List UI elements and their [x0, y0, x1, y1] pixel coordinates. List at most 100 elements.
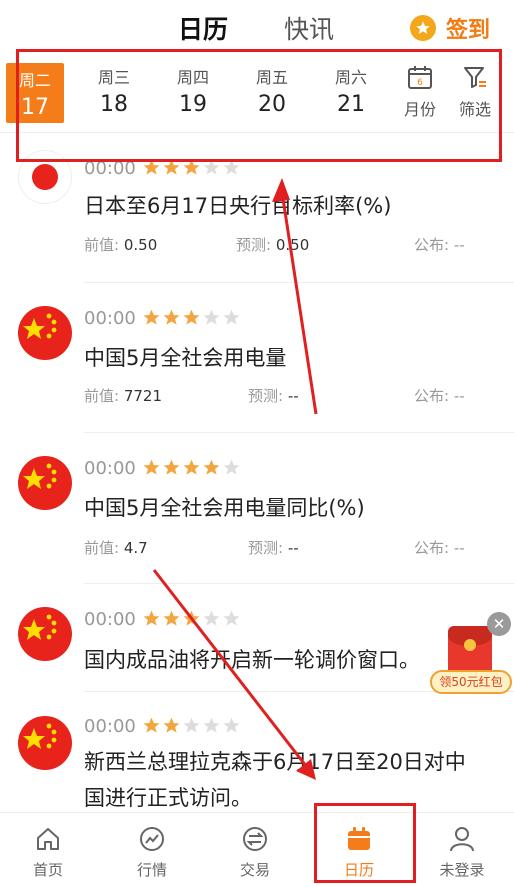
calendar-month-icon: 6 — [408, 66, 432, 89]
weekday-label: 周六 — [334, 68, 367, 87]
star-filled-icon — [142, 458, 161, 481]
star-filled-icon — [142, 609, 161, 632]
importance-stars — [142, 716, 241, 739]
home-icon — [37, 828, 59, 850]
nav-label: 行情 — [136, 861, 167, 879]
day-number: 21 — [337, 92, 365, 117]
nav-trade[interactable]: 交易 — [220, 825, 290, 880]
china-flag-icon — [18, 607, 72, 661]
star-empty-icon — [222, 308, 241, 331]
close-icon[interactable]: ✕ — [487, 612, 511, 636]
calendar-icon — [348, 827, 370, 850]
event-time: 00:00 — [84, 458, 136, 479]
top-bar: 日历 快讯 签到 — [0, 0, 514, 56]
publish-value: 公布: -- — [414, 539, 465, 557]
forecast-value: 预测: -- — [248, 539, 299, 557]
previous-value: 前值: 4.7 — [84, 539, 148, 557]
publish-value: 公布: -- — [414, 387, 465, 405]
event-time: 00:00 — [84, 716, 136, 737]
date-item-21[interactable]: 周六 21 — [323, 64, 379, 117]
nav-home[interactable]: 首页 — [13, 825, 83, 880]
event-title-line1: 新西兰总理拉克森于6月17日至20日对中 — [84, 750, 466, 774]
star-filled-icon — [142, 308, 161, 331]
nav-label: 首页 — [32, 861, 63, 879]
star-filled-icon — [162, 158, 181, 181]
day-number: 18 — [100, 92, 128, 117]
date-item-20[interactable]: 周五 20 — [244, 64, 300, 117]
event-time: 00:00 — [84, 158, 136, 179]
date-item-17[interactable]: 周二 17 — [6, 63, 64, 123]
day-number: 19 — [179, 92, 207, 117]
filter-label: 筛选 — [458, 100, 491, 119]
previous-value: 前值: 0.50 — [84, 236, 158, 254]
divider — [84, 583, 514, 584]
japan-flag-icon — [18, 150, 72, 204]
sign-in-label: 签到 — [446, 18, 491, 43]
date-item-19[interactable]: 周四 19 — [165, 64, 221, 117]
event-title-line2: 国进行正式访问。 — [84, 786, 252, 810]
month-label: 月份 — [403, 100, 436, 119]
nav-label: 未登录 — [439, 861, 485, 879]
weekday-label: 周二 — [18, 71, 51, 90]
event-title: 中国5月全社会用电量 — [84, 346, 287, 370]
market-icon — [140, 827, 164, 851]
bottom-nav: 首页 行情 交易 日历 未登录 — [0, 812, 514, 887]
importance-stars — [142, 308, 241, 331]
divider — [84, 432, 514, 433]
star-filled-icon — [162, 609, 181, 632]
red-packet-label: 领50元红包 — [430, 670, 512, 694]
date-item-18[interactable]: 周三 18 — [86, 64, 142, 117]
month-icon-day: 6 — [417, 78, 423, 88]
forecast-value: 预测: -- — [248, 387, 299, 405]
star-empty-icon — [222, 158, 241, 181]
weekday-label: 周五 — [255, 68, 288, 87]
china-flag-icon — [18, 306, 72, 360]
importance-stars — [142, 158, 241, 181]
star-empty-icon — [202, 308, 221, 331]
star-filled-icon — [182, 458, 201, 481]
divider — [84, 282, 514, 283]
sign-in-button[interactable]: 签到 — [410, 12, 490, 44]
forecast-value: 预测: 0.50 — [236, 236, 310, 254]
event-title: 国内成品油将开启新一轮调价窗口。 — [84, 648, 420, 672]
user-icon — [450, 827, 474, 852]
tab-calendar[interactable]: 日历 — [178, 10, 228, 46]
importance-stars — [142, 609, 241, 632]
star-filled-icon — [162, 458, 181, 481]
weekday-label: 周三 — [97, 68, 130, 87]
day-number: 20 — [258, 92, 286, 117]
previous-value: 前值: 7721 — [84, 387, 163, 405]
star-empty-icon — [202, 609, 221, 632]
nav-calendar[interactable]: 日历 — [324, 825, 394, 880]
star-filled-icon — [162, 308, 181, 331]
month-button[interactable]: 6 月份 — [395, 64, 445, 120]
coin-star-icon — [410, 15, 436, 41]
star-filled-icon — [162, 716, 181, 739]
china-flag-icon — [18, 716, 72, 770]
filter-icon — [464, 67, 486, 88]
red-packet-widget[interactable]: 领50元红包 ✕ — [430, 612, 512, 694]
nav-label: 日历 — [343, 861, 374, 879]
star-empty-icon — [222, 609, 241, 632]
date-strip: 周二 17 周三 18 周四 19 周五 20 周六 21 6 月份 筛选 — [0, 56, 514, 133]
china-flag-icon — [18, 456, 72, 510]
event-list: 00:00 日本至6月17日央行目标利率(%) 前值: 0.50 预测: 0.5… — [0, 132, 514, 812]
trade-icon — [243, 827, 267, 851]
star-filled-icon — [182, 308, 201, 331]
nav-login[interactable]: 未登录 — [427, 825, 497, 880]
nav-label: 交易 — [239, 861, 270, 879]
importance-stars — [142, 458, 241, 481]
event-title: 日本至6月17日央行目标利率(%) — [84, 194, 392, 218]
star-filled-icon — [142, 158, 161, 181]
star-empty-icon — [222, 458, 241, 481]
filter-button[interactable]: 筛选 — [450, 64, 500, 120]
event-time: 00:00 — [84, 609, 136, 630]
event-title: 中国5月全社会用电量同比(%) — [84, 496, 365, 520]
nav-market[interactable]: 行情 — [117, 825, 187, 880]
star-empty-icon — [182, 716, 201, 739]
event-time: 00:00 — [84, 308, 136, 329]
star-empty-icon — [202, 716, 221, 739]
star-filled-icon — [182, 609, 201, 632]
tab-flash-news[interactable]: 快讯 — [284, 10, 334, 46]
star-filled-icon — [202, 458, 221, 481]
